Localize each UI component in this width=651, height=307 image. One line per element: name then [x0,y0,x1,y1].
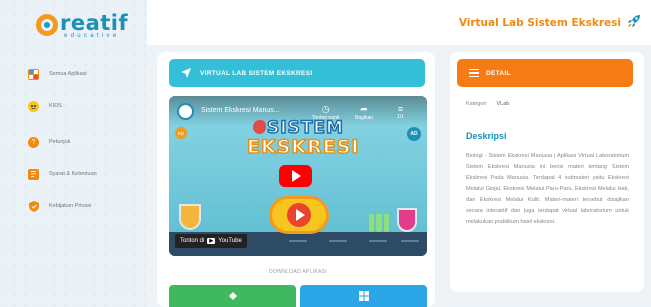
sidebar-nav: Semua Aplikasi KIDS ? Petunjuk Syarat & … [28,68,97,232]
channel-avatar[interactable] [177,103,194,120]
page-title: Virtual Lab Sistem Ekskresi [458,17,621,29]
youtube-play-button[interactable] [279,165,312,187]
kids-icon [28,100,39,112]
logo-icon [36,14,58,36]
shield-icon [28,200,39,212]
card-header: VIRTUAL LAB SISTEM EKSKRESI [169,59,425,87]
flask-right-image [397,208,417,232]
page: reatif educative Semua Aplikasi KIDS ? P… [0,0,651,307]
clock-icon: ◷ [321,104,330,114]
youtube-logo-icon: ▶ [207,238,216,244]
flask-left-image [179,204,201,230]
send-icon [181,68,191,78]
banner-line-2: EKSKRESI [246,135,360,159]
apps-icon [28,68,39,80]
description-title: Deskripsi [466,131,507,141]
sidebar-item-kids[interactable]: KIDS [28,100,97,112]
rocket-icon [628,15,640,27]
detail-title: DETAIL [486,69,511,77]
android-icon [228,292,237,300]
video-player[interactable]: Sistem Ekskresi Manus... ◷ Tonton nanti … [169,96,427,256]
watch-on-brand: YouTube [218,238,242,244]
sidebar-item-label: Petunjuk [49,139,71,145]
play-icon [269,196,329,234]
card-title: VIRTUAL LAB SISTEM EKSKRESI [200,69,313,77]
kategori-label: Kategori [466,101,487,107]
ad-badge-icon: AD [407,127,421,141]
watch-on-label: Tonton di [180,238,205,244]
logo-subtitle: educative [64,33,120,39]
playlist-counter: 1/1 [397,114,404,120]
sidebar-item-label: Kebijakan Privasi [49,203,92,209]
sidebar-item-syarat-ketentuan[interactable]: Syarat & Ketentuan [28,168,97,180]
logo[interactable]: reatif educative [36,13,128,39]
logo-word: reatif [60,11,129,35]
download-windows-button[interactable] [300,285,427,307]
document-icon [28,168,39,180]
sidebar-item-label: Semua Aplikasi [49,71,87,77]
top-header: Virtual Lab Sistem Ekskresi [147,0,651,45]
kategori-row: Kategori VLab [466,101,509,107]
video-title[interactable]: Sistem Ekskresi Manus... [201,107,280,114]
watch-on-youtube-button[interactable]: Tonton di ▶ YouTube [175,234,247,248]
playlist-button[interactable]: ≡ 1/1 [397,104,404,120]
sidebar-item-kebijakan-privasi[interactable]: Kebijakan Privasi [28,200,97,212]
test-tubes-image [369,214,389,232]
sidebar-item-label: Syarat & Ketentuan [49,171,97,177]
download-label: DOWNLOAD APLIKASI [269,269,327,275]
kategori-value[interactable]: VLab [497,101,510,107]
help-icon: ? [28,136,39,148]
share-icon: ➦ [360,104,368,114]
left-badge-icon: KD [175,127,187,139]
sidebar-item-label: KIDS [49,103,62,109]
download-android-button[interactable] [169,285,296,307]
detail-header: DETAIL [457,59,633,87]
video-banner: SISTEM EKSKRESI [241,117,360,159]
banner-line-1: SISTEM [266,117,344,139]
windows-icon [358,291,369,301]
sidebar: reatif educative Semua Aplikasi KIDS ? P… [0,0,147,307]
playlist-icon: ≡ [397,104,404,114]
menu-icon [469,67,479,80]
description-text: Biologi - Sistem Ekskresi Manusia | Apli… [466,153,629,225]
sidebar-item-petunjuk[interactable]: ? Petunjuk [28,136,97,148]
sidebar-item-semua-aplikasi[interactable]: Semua Aplikasi [28,68,97,80]
